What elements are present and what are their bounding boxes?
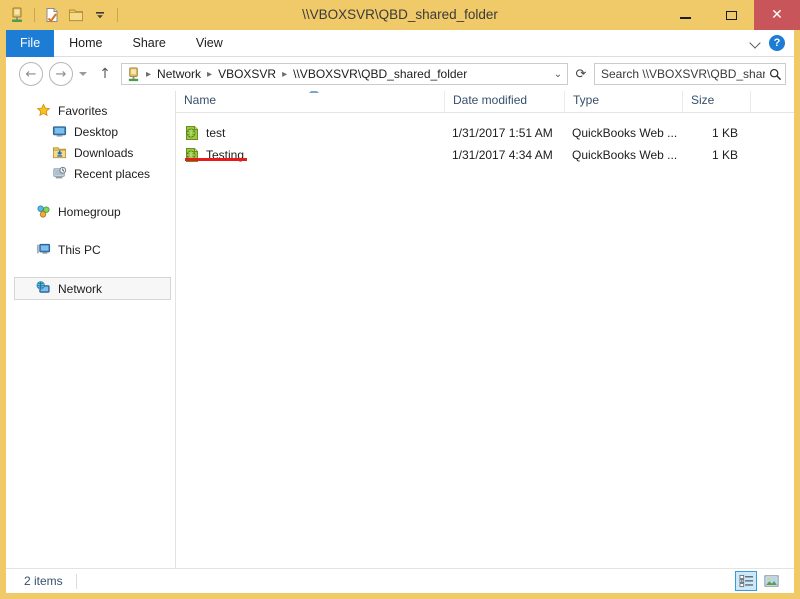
details-view-button[interactable] (735, 571, 757, 591)
quickbooks-file-icon (184, 125, 200, 141)
sidebar-label-this-pc: This PC (58, 242, 101, 257)
help-button[interactable]: ? (769, 35, 785, 51)
breadcrumb-item-vboxsvr[interactable]: VBOXSVR (215, 67, 279, 81)
minimize-icon (679, 17, 691, 19)
tab-view[interactable]: View (181, 30, 238, 57)
file-size: 1 KB (711, 126, 738, 140)
toolbar-separator-2 (117, 8, 118, 22)
sidebar-item-favorites[interactable]: Favorites (6, 100, 175, 121)
sidebar-label-downloads: Downloads (74, 145, 134, 160)
ribbon-right-controls: ? (751, 30, 794, 56)
file-type: QuickBooks Web ... (572, 126, 678, 140)
close-icon: ✕ (771, 7, 783, 23)
column-header-name[interactable]: Name (176, 91, 444, 112)
file-date-modified: 1/31/2017 4:34 AM (452, 148, 553, 162)
sidebar-item-this-pc[interactable]: This PC (6, 239, 175, 260)
breadcrumb-item-shared-folder[interactable]: \\VBOXSVR\QBD_shared_folder (290, 67, 470, 81)
column-header-spacer (750, 91, 794, 112)
file-rows-container: test 1/31/2017 1:51 AM QuickBooks Web ..… (176, 113, 794, 166)
new-folder-icon[interactable] (66, 5, 86, 25)
sidebar-item-homegroup[interactable]: Homegroup (6, 201, 175, 222)
item-count-label: 2 items (24, 574, 63, 588)
refresh-icon[interactable]: ⟳ (570, 63, 592, 85)
tab-home[interactable]: Home (54, 30, 117, 57)
file-size: 1 KB (711, 148, 738, 162)
forward-button[interactable]: → (49, 62, 73, 86)
column-header-date-modified[interactable]: Date modified (444, 91, 564, 112)
breadcrumb-separator-0[interactable]: ▸ (143, 69, 154, 80)
sidebar-label-desktop: Desktop (74, 124, 119, 139)
minimize-button[interactable] (662, 0, 708, 30)
title-bar: \\VBOXSVR\QBD_shared_folder ✕ (0, 0, 800, 30)
toolbar-separator (34, 8, 35, 22)
view-buttons (735, 571, 794, 591)
desktop-icon (51, 124, 68, 140)
sidebar-label-homegroup: Homegroup (58, 204, 121, 219)
file-list-pane[interactable]: Name Date modified Type Size test 1/31/2… (175, 91, 794, 568)
large-icons-view-button[interactable] (760, 571, 782, 591)
quick-access-toolbar (7, 4, 121, 26)
sort-ascending-icon (309, 91, 319, 93)
properties-icon[interactable] (42, 5, 62, 25)
column-headers: Name Date modified Type Size (176, 91, 794, 113)
breadcrumb-separator-1[interactable]: ▸ (204, 69, 215, 80)
sidebar-label-recent-places: Recent places (74, 166, 151, 181)
navigation-pane[interactable]: Favorites Desktop Downloads Recent place… (6, 91, 175, 568)
annotation-underline (185, 158, 247, 161)
network-icon (35, 281, 52, 297)
recent-places-icon (51, 166, 68, 182)
homegroup-icon (35, 204, 52, 220)
search-icon[interactable] (765, 64, 785, 84)
maximize-icon (725, 10, 737, 20)
window-controls: ✕ (662, 0, 800, 30)
ribbon-tab-strip: File Home Share View ? (6, 30, 794, 57)
network-folder-icon[interactable] (7, 5, 27, 25)
file-type: QuickBooks Web ... (572, 148, 678, 162)
sidebar-item-network[interactable]: Network (14, 277, 171, 300)
sidebar-gap-1 (6, 184, 175, 201)
explorer-window: \\VBOXSVR\QBD_shared_folder ✕ File Home … (0, 0, 800, 599)
table-row[interactable]: test 1/31/2017 1:51 AM QuickBooks Web ..… (176, 122, 794, 144)
column-header-type[interactable]: Type (564, 91, 682, 112)
sidebar-label-favorites: Favorites (58, 103, 108, 118)
search-input[interactable] (595, 67, 765, 81)
breadcrumb-item-network[interactable]: Network (154, 67, 204, 81)
sidebar-label-network: Network (58, 281, 103, 296)
breadcrumb-separator-2[interactable]: ▸ (279, 69, 290, 80)
tab-file[interactable]: File (6, 30, 55, 57)
breadcrumb-network-folder-icon (126, 66, 141, 82)
breadcrumb-history-chevron-down-icon[interactable]: ⌄ (549, 64, 567, 84)
breadcrumb[interactable]: ▸ Network ▸ VBOXSVR ▸ \\VBOXSVR\QBD_shar… (121, 63, 568, 85)
customize-chevron-icon[interactable] (90, 5, 110, 25)
search-box[interactable] (594, 63, 786, 85)
table-row[interactable]: Testing 1/31/2017 4:34 AM QuickBooks Web… (176, 144, 794, 166)
address-bar-row: ← → ↑ ▸ Network ▸ VBOXSVR ▸ \\VBOXSVR\QB… (6, 57, 794, 91)
back-button[interactable]: ← (19, 62, 43, 86)
sidebar-gap-2 (6, 222, 175, 239)
recent-locations-chevron-down-icon[interactable] (75, 62, 91, 86)
file-date-modified: 1/31/2017 1:51 AM (452, 126, 553, 140)
tab-share[interactable]: Share (118, 30, 181, 57)
column-header-size[interactable]: Size (682, 91, 750, 112)
maximize-button[interactable] (708, 0, 754, 30)
star-icon (35, 103, 52, 119)
up-button[interactable]: ↑ (95, 62, 115, 86)
file-name: test (206, 126, 226, 140)
close-button[interactable]: ✕ (754, 0, 800, 30)
this-pc-icon (35, 242, 52, 258)
expand-ribbon-chevron-down-icon[interactable] (751, 38, 761, 48)
explorer-body: Favorites Desktop Downloads Recent place… (6, 91, 794, 568)
sidebar-item-downloads[interactable]: Downloads (6, 142, 175, 163)
downloads-icon (51, 145, 68, 161)
status-bar: 2 items (6, 568, 794, 593)
sidebar-item-desktop[interactable]: Desktop (6, 121, 175, 142)
sidebar-item-recent-places[interactable]: Recent places (6, 163, 175, 184)
sidebar-gap-3 (6, 260, 175, 277)
status-separator (75, 573, 77, 589)
